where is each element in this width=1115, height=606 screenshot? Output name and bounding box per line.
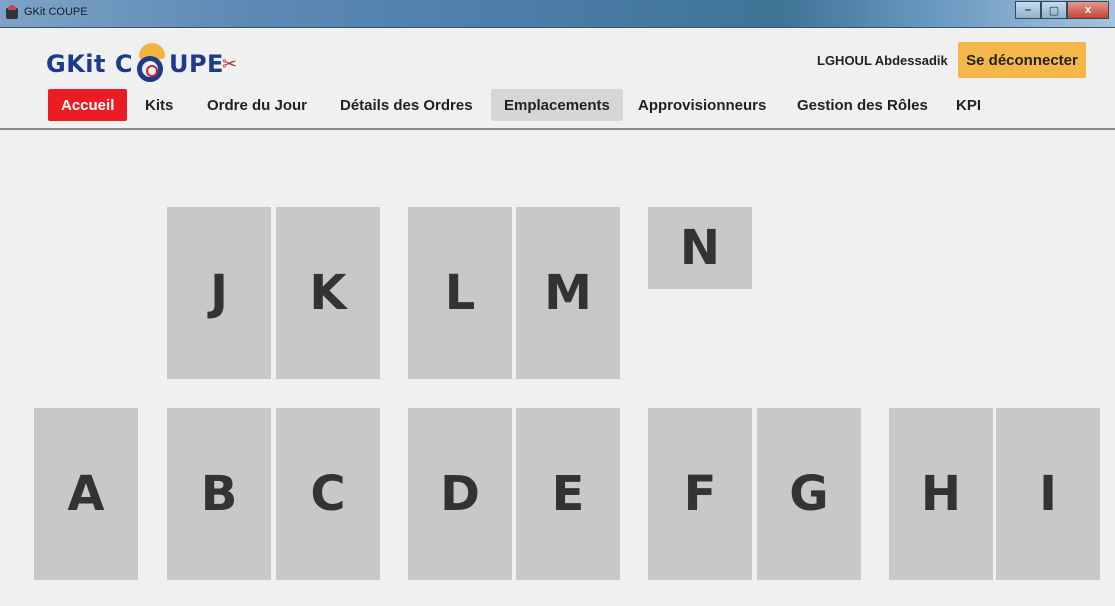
nav-item-kpi[interactable]: KPI: [943, 89, 994, 121]
location-tile-c[interactable]: C: [276, 408, 380, 580]
nav-item-kits[interactable]: Kits: [132, 89, 186, 121]
location-tile-e[interactable]: E: [516, 408, 620, 580]
logout-button[interactable]: Se déconnecter: [958, 42, 1086, 78]
scissors-icon: ✂: [221, 53, 238, 75]
nav-item-emplacements[interactable]: Emplacements: [491, 89, 623, 121]
app-logo: GKit C UP E ✂: [46, 43, 238, 84]
location-tile-f[interactable]: F: [648, 408, 752, 580]
location-tile-n[interactable]: N: [648, 207, 752, 289]
helmet-gear-icon: [135, 43, 167, 82]
location-tile-d[interactable]: D: [408, 408, 512, 580]
nav-item-accueil[interactable]: Accueil: [48, 89, 128, 121]
nav-item-gestion-des-roles[interactable]: Gestion des Rôles: [784, 89, 941, 121]
location-tile-g[interactable]: G: [757, 408, 861, 580]
location-tile-b[interactable]: B: [167, 408, 271, 580]
nav-item-details-des-ordres[interactable]: Détails des Ordres: [327, 89, 486, 121]
user-name: LGHOUL Abdessadik: [817, 53, 948, 68]
location-tile-m[interactable]: M: [516, 207, 620, 379]
logo-text-right: UP: [168, 50, 208, 78]
location-tile-j[interactable]: J: [167, 207, 271, 379]
location-tile-l[interactable]: L: [408, 207, 512, 379]
window-titlebar: GKit COUPE – ▢ x: [0, 0, 1115, 28]
minimize-icon[interactable]: –: [1015, 1, 1041, 19]
location-tile-h[interactable]: H: [889, 408, 993, 580]
nav-item-approvisionneurs[interactable]: Approvisionneurs: [625, 89, 779, 121]
location-tile-i[interactable]: I: [996, 408, 1100, 580]
nav-item-ordre-du-jour[interactable]: Ordre du Jour: [194, 89, 320, 121]
window-title: GKit COUPE: [24, 6, 88, 18]
location-tile-k[interactable]: K: [276, 207, 380, 379]
close-icon[interactable]: x: [1067, 1, 1109, 19]
maximize-icon[interactable]: ▢: [1041, 1, 1067, 19]
window-controls: – ▢ x: [1015, 1, 1109, 19]
location-tile-a[interactable]: A: [34, 408, 138, 580]
main-nav: Accueil Kits Ordre du Jour Détails des O…: [0, 89, 1115, 121]
logo-text-left: GKit C: [46, 50, 133, 78]
app-header: GKit C UP E ✂ LGHOUL Abdessadik Se décon…: [0, 28, 1115, 130]
app-icon: [6, 5, 18, 19]
